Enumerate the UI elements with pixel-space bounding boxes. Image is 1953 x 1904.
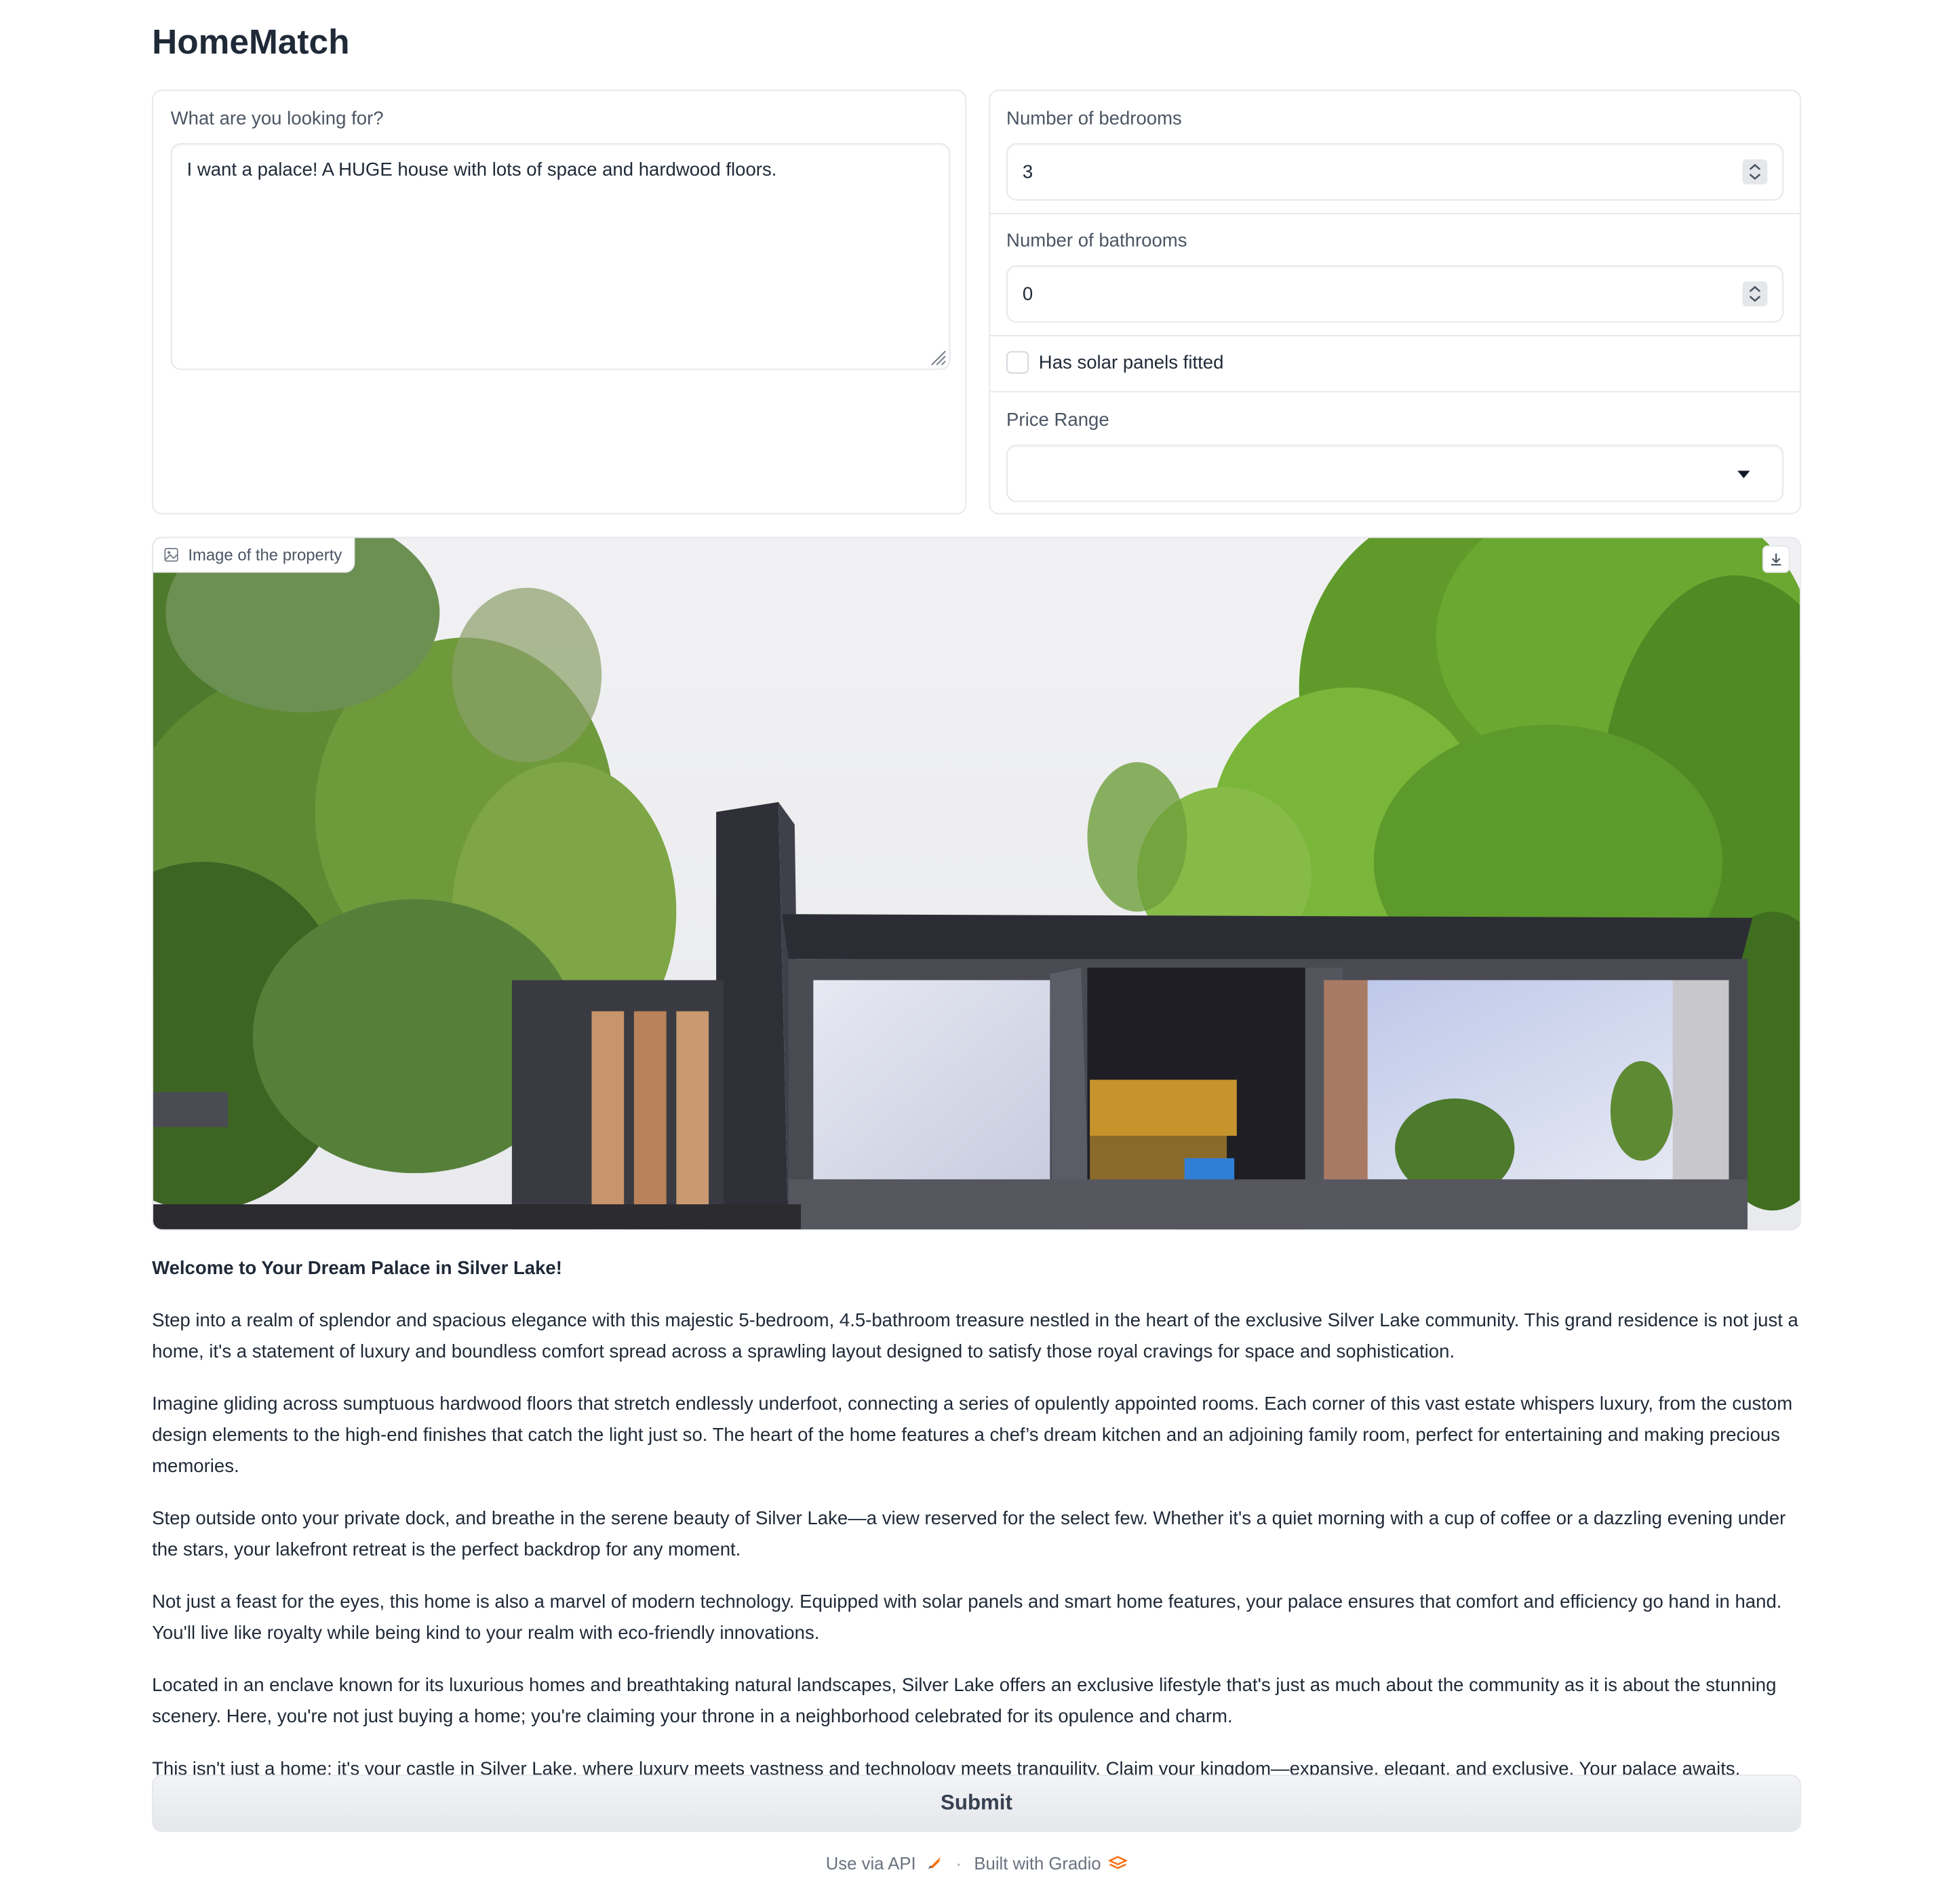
description-heading: Welcome to Your Dream Palace in Silver L… bbox=[152, 1258, 562, 1280]
query-label: What are you looking for? bbox=[170, 108, 384, 130]
property-image-panel: Image of the property bbox=[152, 536, 1801, 1231]
footer-separator: · bbox=[955, 1853, 962, 1873]
query-panel: What are you looking for? I want a palac… bbox=[152, 90, 967, 515]
resize-handle-icon[interactable] bbox=[929, 349, 947, 366]
description-paragraph: Step into a realm of splendor and spacio… bbox=[152, 1310, 1798, 1363]
description-paragraph: Not just a feast for the eyes, this home… bbox=[152, 1591, 1782, 1644]
use-via-api-link[interactable]: Use via API bbox=[826, 1853, 943, 1873]
download-button[interactable] bbox=[1762, 545, 1790, 573]
bathrooms-stepper-icon[interactable] bbox=[1742, 281, 1768, 306]
divider bbox=[990, 335, 1800, 336]
property-photo bbox=[153, 538, 1800, 1229]
price-label: Price Range bbox=[1006, 410, 1109, 431]
image-label-text: Image of the property bbox=[188, 545, 342, 565]
bathrooms-label: Number of bathrooms bbox=[1006, 230, 1187, 252]
bathrooms-input[interactable]: 0 bbox=[1006, 265, 1784, 323]
app-root: HomeMatch What are you looking for? I wa… bbox=[0, 0, 1953, 1904]
footer: Use via API · Built with Gradio bbox=[0, 1853, 1953, 1873]
filters-panel: Number of bedrooms 3 Number of bathrooms… bbox=[989, 90, 1801, 515]
query-text: I want a palace! A HUGE house with lots … bbox=[186, 159, 777, 181]
price-range-dropdown[interactable] bbox=[1006, 444, 1784, 502]
bathrooms-value: 0 bbox=[1022, 283, 1033, 305]
bedrooms-value: 3 bbox=[1022, 161, 1033, 183]
use-via-api-label: Use via API bbox=[825, 1853, 916, 1873]
bedrooms-label: Number of bedrooms bbox=[1006, 108, 1182, 130]
image-label: Image of the property bbox=[153, 538, 355, 573]
chevron-down-icon[interactable] bbox=[1737, 471, 1750, 479]
built-with-gradio-label: Built with Gradio bbox=[974, 1853, 1101, 1873]
description-paragraph: Imagine gliding across sumptuous hardwoo… bbox=[152, 1393, 1793, 1477]
page-title: HomeMatch bbox=[152, 22, 350, 61]
submit-button[interactable]: Submit bbox=[152, 1774, 1801, 1832]
solar-checkbox[interactable] bbox=[1006, 351, 1029, 374]
solar-checkbox-row[interactable]: Has solar panels fitted bbox=[1006, 351, 1223, 374]
solar-label: Has solar panels fitted bbox=[1038, 351, 1224, 374]
built-with-gradio-link[interactable]: Built with Gradio bbox=[974, 1853, 1128, 1873]
bedrooms-stepper-icon[interactable] bbox=[1742, 159, 1768, 184]
description-paragraph: Step outside onto your private dock, and… bbox=[152, 1508, 1786, 1561]
gradio-logo-icon bbox=[1108, 1856, 1128, 1869]
divider bbox=[990, 213, 1800, 214]
bedrooms-input[interactable]: 3 bbox=[1006, 143, 1784, 201]
rocket-icon bbox=[928, 1857, 941, 1869]
image-icon bbox=[164, 548, 178, 562]
description-paragraph: Located in an enclave known for its luxu… bbox=[152, 1675, 1777, 1728]
download-icon bbox=[1771, 553, 1781, 566]
query-textarea[interactable]: I want a palace! A HUGE house with lots … bbox=[170, 143, 951, 370]
property-description: Welcome to Your Dream Palace in Silver L… bbox=[152, 1253, 1801, 1806]
divider bbox=[990, 391, 1800, 393]
